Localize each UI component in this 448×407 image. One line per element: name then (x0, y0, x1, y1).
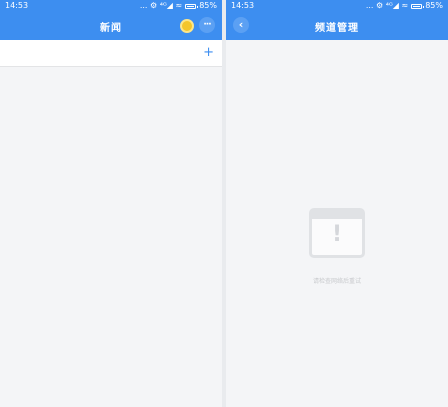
page-title: 频道管理 (315, 22, 359, 34)
channel-management-screen: 14:53 ... ⚙ ⁴ᴳ◢ ≈ 85% ‹ 频道管理 ! 请检查网络后重试 (226, 0, 448, 407)
signal-icons: ... ⚙ ⁴ᴳ◢ ≈ (365, 1, 409, 10)
page-title: 新闻 (100, 22, 122, 34)
battery-icon (411, 3, 425, 9)
empty-state: ! 请检查网络后重试 (226, 208, 448, 285)
channel-tab-bar: + (0, 40, 222, 67)
empty-message: 请检查网络后重试 (312, 278, 361, 285)
title-bar: ‹ 频道管理 (226, 12, 448, 40)
battery-level: 85% (199, 1, 217, 10)
status-bar: 14:53 ... ⚙ ⁴ᴳ◢ ≈ 85% (0, 0, 222, 12)
status-time: 14:53 (231, 1, 255, 10)
back-button[interactable]: ‹ (233, 17, 249, 33)
status-bar: 14:53 ... ⚙ ⁴ᴳ◢ ≈ 85% (226, 0, 448, 12)
battery-icon (185, 3, 199, 9)
signal-icons: ... ⚙ ⁴ᴳ◢ ≈ (139, 1, 183, 10)
more-button[interactable]: ··· (199, 17, 215, 33)
exclamation-icon: ! (331, 222, 343, 247)
error-window-icon: ! (309, 208, 365, 258)
title-bar: 新闻 ··· (0, 12, 222, 40)
header: 14:53 ... ⚙ ⁴ᴳ◢ ≈ 85% ‹ 频道管理 (226, 0, 448, 40)
status-time: 14:53 (5, 1, 29, 10)
avatar[interactable] (180, 19, 194, 33)
status-indicators: ... ⚙ ⁴ᴳ◢ ≈ 85% (140, 0, 217, 12)
add-channel-button[interactable]: + (203, 44, 214, 62)
news-screen: 14:53 ... ⚙ ⁴ᴳ◢ ≈ 85% 新闻 ··· + (0, 0, 222, 407)
battery-level: 85% (425, 1, 443, 10)
header: 14:53 ... ⚙ ⁴ᴳ◢ ≈ 85% 新闻 ··· (0, 0, 222, 40)
status-indicators: ... ⚙ ⁴ᴳ◢ ≈ 85% (366, 0, 443, 12)
